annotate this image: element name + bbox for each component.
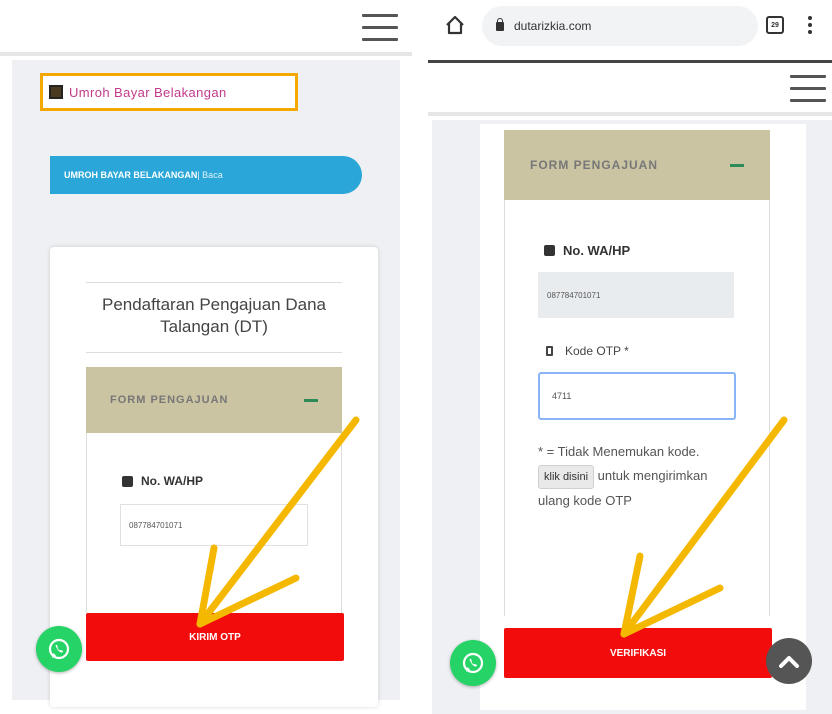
- form-header-label: FORM PENGAJUAN: [110, 394, 229, 406]
- wa-label-text: No. WA/HP: [563, 243, 631, 258]
- mobile-icon: [546, 346, 553, 356]
- wa-label: No. WA/HP: [122, 474, 203, 488]
- category-pill-read[interactable]: | Baca: [197, 170, 222, 180]
- right-screenshot: dutarizkia.com 29 FORM PENGAJUAN No. WA/…: [420, 0, 832, 714]
- whatsapp-icon: [462, 652, 484, 674]
- wa-input[interactable]: 087784701071: [538, 272, 734, 318]
- phone-icon: [122, 475, 133, 487]
- hamburger-icon[interactable]: [790, 75, 826, 103]
- minus-icon[interactable]: [304, 398, 318, 402]
- wa-label: No. WA/HP: [544, 243, 630, 258]
- book-icon: [49, 85, 63, 99]
- verifikasi-button[interactable]: VERIFIKASI: [504, 628, 772, 678]
- form-header-label: FORM PENGAJUAN: [530, 158, 659, 172]
- url-bar[interactable]: dutarizkia.com: [482, 6, 758, 46]
- otp-input[interactable]: 4711: [538, 372, 736, 420]
- wa-input[interactable]: 087784701071: [120, 504, 308, 546]
- otp-label-text: Kode OTP *: [565, 344, 629, 358]
- home-icon[interactable]: [444, 14, 466, 36]
- category-pill-text: UMROH BAYAR BELAKANGAN: [64, 170, 198, 180]
- form-header[interactable]: FORM PENGAJUAN: [86, 367, 342, 433]
- site-header: [428, 60, 832, 116]
- otp-label: Kode OTP *: [546, 344, 629, 358]
- wa-label-text: No. WA/HP: [141, 474, 203, 488]
- category-pill[interactable]: UMROH BAYAR BELAKANGAN | Baca: [50, 156, 362, 194]
- divider: [86, 352, 342, 353]
- breadcrumb-title[interactable]: Umroh Bayar Belakangan: [40, 73, 298, 111]
- chevron-up-icon: [779, 656, 799, 668]
- hamburger-icon[interactable]: [362, 14, 398, 42]
- otp-help-text: * = Tidak Menemukan kode. klik disini un…: [538, 440, 738, 513]
- otp-help-pre: * = Tidak Menemukan kode.: [538, 444, 700, 459]
- left-screenshot: Umroh Bayar Belakangan UMROH BAYAR BELAK…: [0, 0, 412, 714]
- phone-icon: [544, 245, 555, 256]
- browser-bar: dutarizkia.com 29: [420, 0, 832, 56]
- divider: [86, 282, 342, 283]
- kirim-otp-button[interactable]: KIRIM OTP: [86, 613, 344, 661]
- url-text: dutarizkia.com: [514, 19, 592, 33]
- lock-icon: [496, 17, 504, 31]
- breadcrumb-title-text: Umroh Bayar Belakangan: [69, 84, 227, 100]
- scroll-top-button[interactable]: [766, 638, 812, 684]
- minus-icon[interactable]: [730, 163, 744, 167]
- form-header[interactable]: FORM PENGAJUAN: [504, 130, 770, 200]
- card-title: Pendaftaran Pengajuan Dana Talangan (DT): [101, 295, 326, 336]
- more-vert-icon[interactable]: [808, 16, 812, 34]
- whatsapp-button[interactable]: [36, 626, 82, 672]
- whatsapp-icon: [48, 638, 70, 660]
- top-bar: [0, 0, 412, 56]
- resend-link-button[interactable]: klik disini: [538, 465, 595, 489]
- screenshot-divider: [412, 0, 420, 714]
- whatsapp-button[interactable]: [450, 640, 496, 686]
- tabs-icon[interactable]: 29: [766, 16, 784, 34]
